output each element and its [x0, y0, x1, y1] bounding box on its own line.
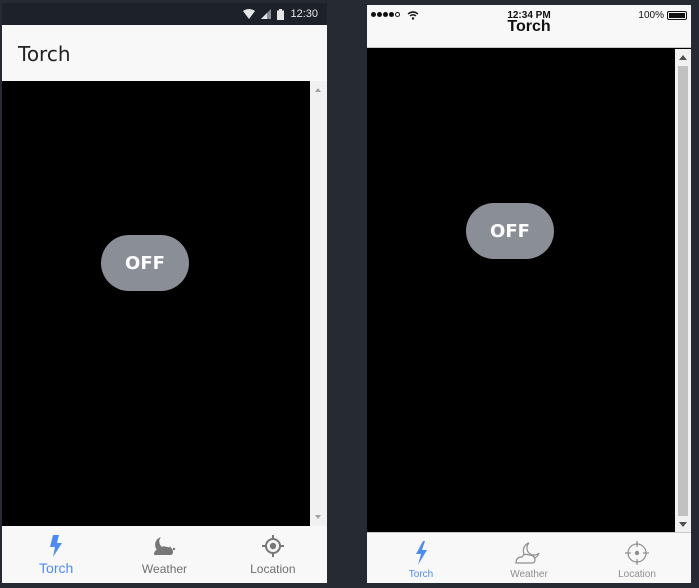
tab-label: Torch	[39, 560, 74, 576]
scroll-down-arrow-icon[interactable]	[679, 522, 687, 527]
tab-label: Weather	[141, 562, 188, 576]
android-status-time: 12:30	[290, 8, 318, 20]
tab-label: Location	[618, 569, 656, 580]
scroll-down-arrow-icon[interactable]	[315, 515, 321, 519]
tab-label: Torch	[408, 569, 434, 580]
page-title: Torch	[18, 42, 71, 66]
tab-weather[interactable]: Weather	[110, 526, 218, 583]
location-target-icon	[625, 541, 649, 565]
torch-toggle-button[interactable]: OFF	[101, 235, 189, 291]
tab-location[interactable]: Location	[583, 533, 691, 583]
location-target-icon	[261, 535, 284, 557]
ios-navigation-bar: 12:34 PM 100% Torch	[367, 5, 691, 48]
tab-location[interactable]: Location	[219, 526, 327, 583]
tab-torch[interactable]: Torch	[2, 526, 110, 583]
page-title: Torch	[507, 18, 551, 35]
android-app-bar: Torch	[2, 25, 327, 81]
tab-weather[interactable]: Weather	[475, 533, 583, 583]
scrollbar-thumb[interactable]	[678, 66, 688, 516]
android-preview: 12:30 Torch OFF Torch Weather Location	[2, 3, 327, 583]
cell-signal-icon	[261, 9, 272, 19]
lightning-bolt-icon	[416, 541, 427, 565]
lightning-bolt-icon	[50, 535, 63, 557]
android-torch-screen	[2, 81, 310, 526]
ios-scrollbar[interactable]	[675, 49, 691, 532]
tab-label: Weather	[510, 569, 548, 580]
android-status-bar: 12:30	[2, 3, 327, 25]
ios-preview: 12:34 PM 100% Torch OFF Torch Weather Lo…	[367, 5, 691, 583]
ios-tab-bar: Torch Weather Location	[367, 532, 691, 583]
ios-torch-screen	[367, 49, 675, 532]
scroll-up-arrow-icon[interactable]	[315, 88, 321, 92]
battery-icon	[277, 8, 285, 20]
android-tab-bar: Torch Weather Location	[2, 526, 327, 583]
android-scrollbar[interactable]	[310, 81, 327, 526]
tab-label: Location	[250, 562, 296, 576]
desktop-background: 12:30 Torch OFF Torch Weather Location 1…	[0, 0, 699, 588]
scroll-up-arrow-icon[interactable]	[679, 55, 687, 60]
weather-icon	[515, 542, 540, 564]
weather-icon	[154, 537, 176, 555]
torch-toggle-button[interactable]: OFF	[466, 203, 554, 259]
wifi-icon	[243, 9, 256, 19]
tab-torch[interactable]: Torch	[367, 533, 475, 583]
